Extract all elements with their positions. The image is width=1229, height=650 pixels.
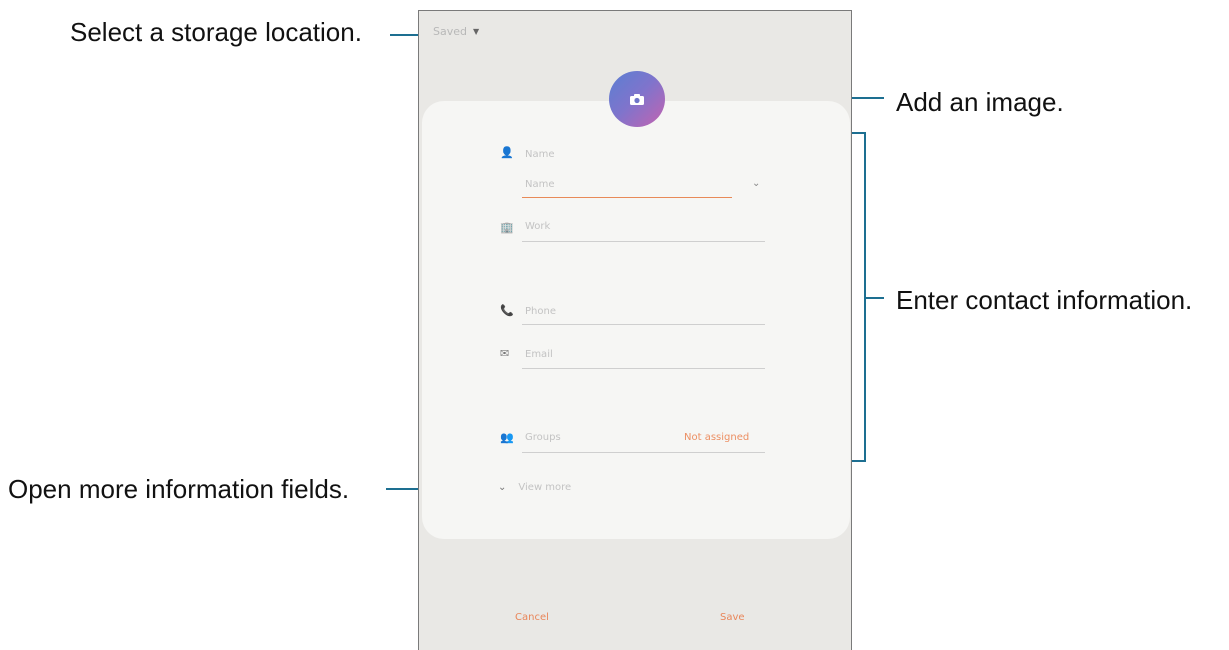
contact-form-card [422,101,850,539]
person-icon: 👤 [500,146,514,159]
callout-contact-info: Enter contact information. [896,285,1193,315]
bracket-pointer [864,297,884,299]
work-input[interactable]: Work [525,221,550,232]
camera-icon [630,93,644,105]
save-button[interactable]: Save [720,612,745,623]
chevron-down-icon: ▼ [472,27,480,36]
name-section-label: Name [525,149,555,160]
callout-add-image: Add an image. [896,87,1064,117]
email-input[interactable]: Email [525,349,553,360]
groups-underline [522,452,765,453]
view-more-label: View more [518,482,572,493]
storage-location-dropdown[interactable]: Saved ▼ [433,25,479,38]
email-input-underline [522,368,765,369]
cancel-button[interactable]: Cancel [515,612,549,623]
add-photo-button[interactable] [609,71,665,127]
view-more-button[interactable]: ⌄ View more [498,482,571,493]
callout-select-storage: Select a storage location. [70,17,362,47]
mail-icon: ✉ [500,347,510,360]
phone-input[interactable]: Phone [525,306,556,317]
work-input-underline [522,241,765,242]
name-expand-chevron-icon[interactable]: ⌄ [752,178,760,189]
storage-location-label: Saved [433,25,467,38]
phone-screen: Saved ▼ [418,10,852,650]
callout-more-fields: Open more information fields. [8,474,350,504]
groups-value[interactable]: Not assigned [684,432,749,443]
phone-input-underline [522,324,765,325]
name-input-underline [522,197,732,198]
chevron-down-icon: ⌄ [498,482,507,493]
groups-label: Groups [525,432,561,443]
phone-icon: 📞 [500,304,514,317]
name-input[interactable]: Name [525,179,555,190]
building-icon: 🏢 [500,221,514,234]
group-icon: 👥 [500,431,514,444]
